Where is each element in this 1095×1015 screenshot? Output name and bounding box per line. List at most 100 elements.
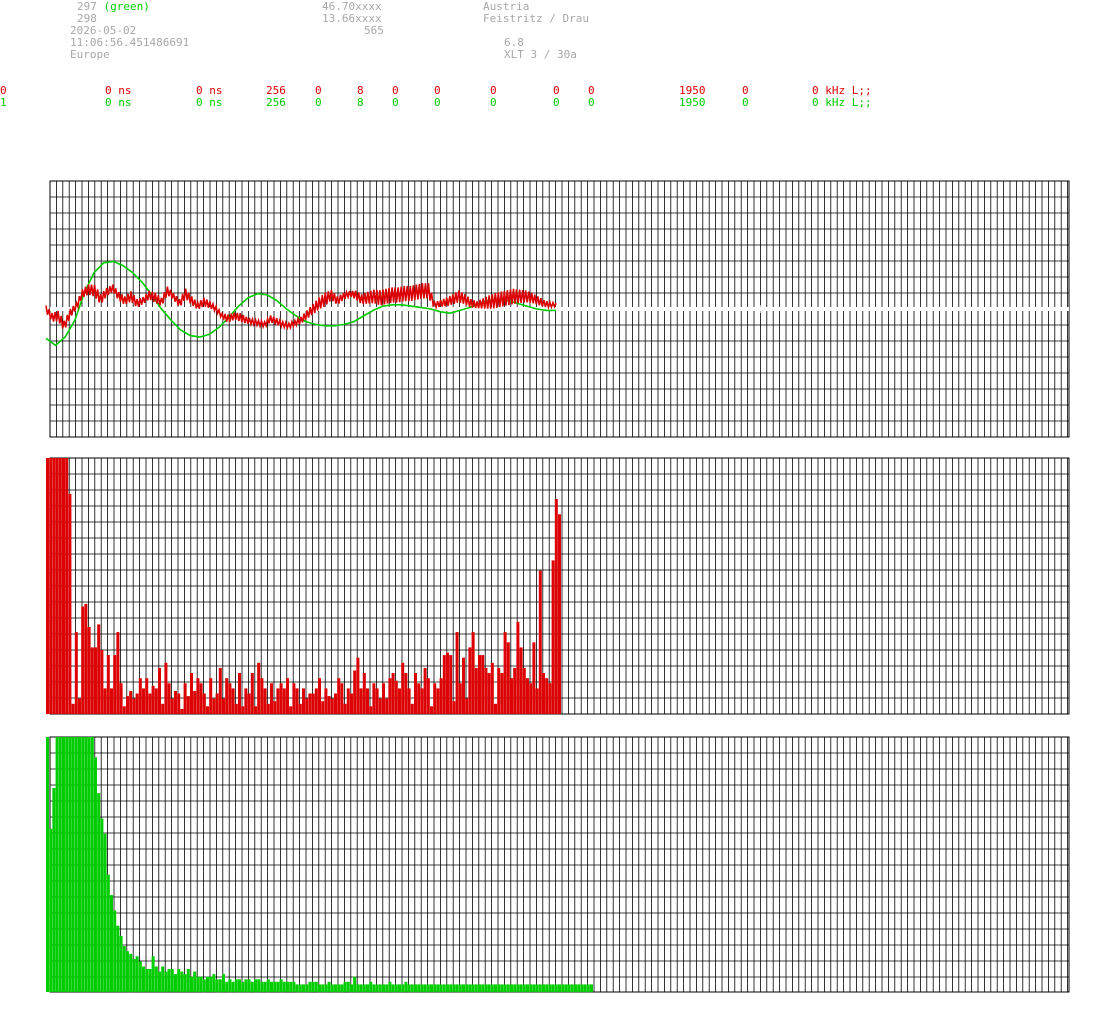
green-spectrum-bar (100, 818, 104, 992)
green-spectrum-bar (430, 984, 433, 993)
red-spectrum-bar (68, 493, 72, 714)
green-spectrum-bar (417, 984, 421, 993)
red-spectrum-bar (116, 632, 120, 714)
green-spectrum-bar (87, 737, 91, 992)
red-spectrum-bar (110, 688, 113, 714)
red-spectrum-bar (394, 680, 398, 714)
red-spectrum-bar (471, 632, 475, 714)
red-spectrum-bar (238, 673, 241, 714)
green-spectrum-bar (295, 984, 299, 993)
red-spectrum-bar (286, 678, 289, 714)
green-spectrum-bar (343, 981, 347, 992)
red-spectrum-bar (449, 655, 453, 714)
red-spectrum-bar (289, 706, 293, 714)
green-spectrum-bar (334, 984, 337, 993)
red-spectrum-bar (170, 698, 174, 714)
green-spectrum-bar (321, 984, 325, 993)
green-spectrum-bar (52, 788, 56, 992)
green-spectrum-bar (196, 976, 200, 992)
red-spectrum-bar (318, 678, 321, 714)
red-spectrum-bar (494, 703, 497, 714)
red-spectrum-bar (90, 647, 94, 714)
red-spectrum-bar (247, 693, 251, 714)
red-spectrum-bar (340, 683, 344, 714)
red-spectrum-bar (426, 678, 430, 714)
red-spectrum-bar (490, 662, 494, 714)
green-spectrum-bar (346, 981, 350, 992)
red-spectrum-bar (439, 678, 443, 714)
green-spectrum-bar (449, 984, 453, 993)
green-spectrum-bar (97, 793, 101, 992)
red-spectrum-bar (382, 683, 385, 714)
red-spectrum-bar (321, 701, 325, 714)
red-spectrum-bar (158, 667, 161, 714)
green-spectrum-bar (298, 984, 302, 993)
green-spectrum-bar (302, 984, 305, 993)
green-spectrum-bar (247, 979, 251, 993)
green-spectrum-bar (439, 984, 443, 993)
red-spectrum-bar (398, 688, 401, 714)
green-spectrum-bar (314, 981, 318, 992)
red-spectrum-bar (52, 458, 56, 714)
red-spectrum-bar (538, 570, 542, 714)
green-spectrum-bar (206, 976, 209, 992)
red-spectrum-bar (452, 701, 456, 714)
red-spectrum-bar (244, 688, 248, 714)
red-spectrum-bar (519, 647, 523, 714)
red-spectrum-bar (324, 688, 328, 714)
red-waveform-line (45, 283, 557, 331)
red-spectrum-bar (314, 688, 318, 714)
red-spectrum-bar (164, 662, 168, 714)
green-spectrum-bar (404, 981, 408, 992)
red-spectrum-bar (542, 673, 545, 714)
green-spectrum-bar (142, 966, 145, 992)
red-spectrum-bar (202, 693, 206, 714)
red-spectrum-bar (154, 688, 158, 714)
red-spectrum-bar (404, 673, 408, 714)
green-spectrum-bar (426, 984, 430, 993)
red-spectrum-bar (532, 642, 536, 714)
red-spectrum-bar (228, 683, 232, 714)
green-spectrum-bar (391, 984, 395, 993)
red-spectrum-bar (487, 673, 491, 714)
red-spectrum-bar (113, 655, 117, 714)
red-spectrum-bar (554, 499, 558, 714)
red-spectrum-bar (417, 683, 421, 714)
green-spectrum-bar (164, 971, 168, 992)
green-spectrum-bar (574, 984, 577, 993)
green-spectrum-bar (407, 984, 411, 993)
red-spectrum-bar (414, 673, 417, 714)
red-spectrum-bar (305, 698, 309, 714)
red-spectrum-bar (241, 706, 245, 714)
green-spectrum-bar (532, 984, 536, 993)
green-spectrum-bar (116, 925, 120, 992)
green-spectrum-bar (583, 984, 587, 993)
red-spectrum-bar (122, 706, 126, 714)
red-spectrum-bar (276, 688, 280, 714)
green-spectrum-bar (494, 984, 497, 993)
red-spectrum-bar (199, 683, 203, 714)
green-spectrum-bar (174, 974, 177, 992)
red-spectrum-bar (353, 670, 357, 714)
red-spectrum-bar (196, 678, 200, 714)
grid-frame (49, 736, 1070, 993)
green-spectrum-bar (103, 833, 107, 992)
green-spectrum-bar (167, 969, 171, 992)
green-spectrum-bar (455, 984, 459, 993)
red-spectrum-bar (231, 688, 235, 714)
red-spectrum-bar (106, 655, 110, 714)
red-spectrum-bar (74, 632, 78, 714)
green-spectrum-bar (468, 984, 472, 993)
green-spectrum-bar (324, 984, 328, 993)
green-spectrum-bar (145, 969, 149, 992)
green-spectrum-bar (372, 984, 376, 993)
red-spectrum-bar (551, 560, 555, 714)
red-spectrum-bar (167, 683, 171, 714)
green-spectrum-bar (570, 984, 574, 993)
green-spectrum-grid (49, 736, 1070, 993)
green-spectrum-bar (244, 979, 248, 993)
red-spectrum-bar (180, 708, 184, 714)
red-spectrum-bar (506, 642, 510, 714)
green-spectrum-bar (279, 979, 283, 993)
green-spectrum-bar (238, 979, 241, 993)
